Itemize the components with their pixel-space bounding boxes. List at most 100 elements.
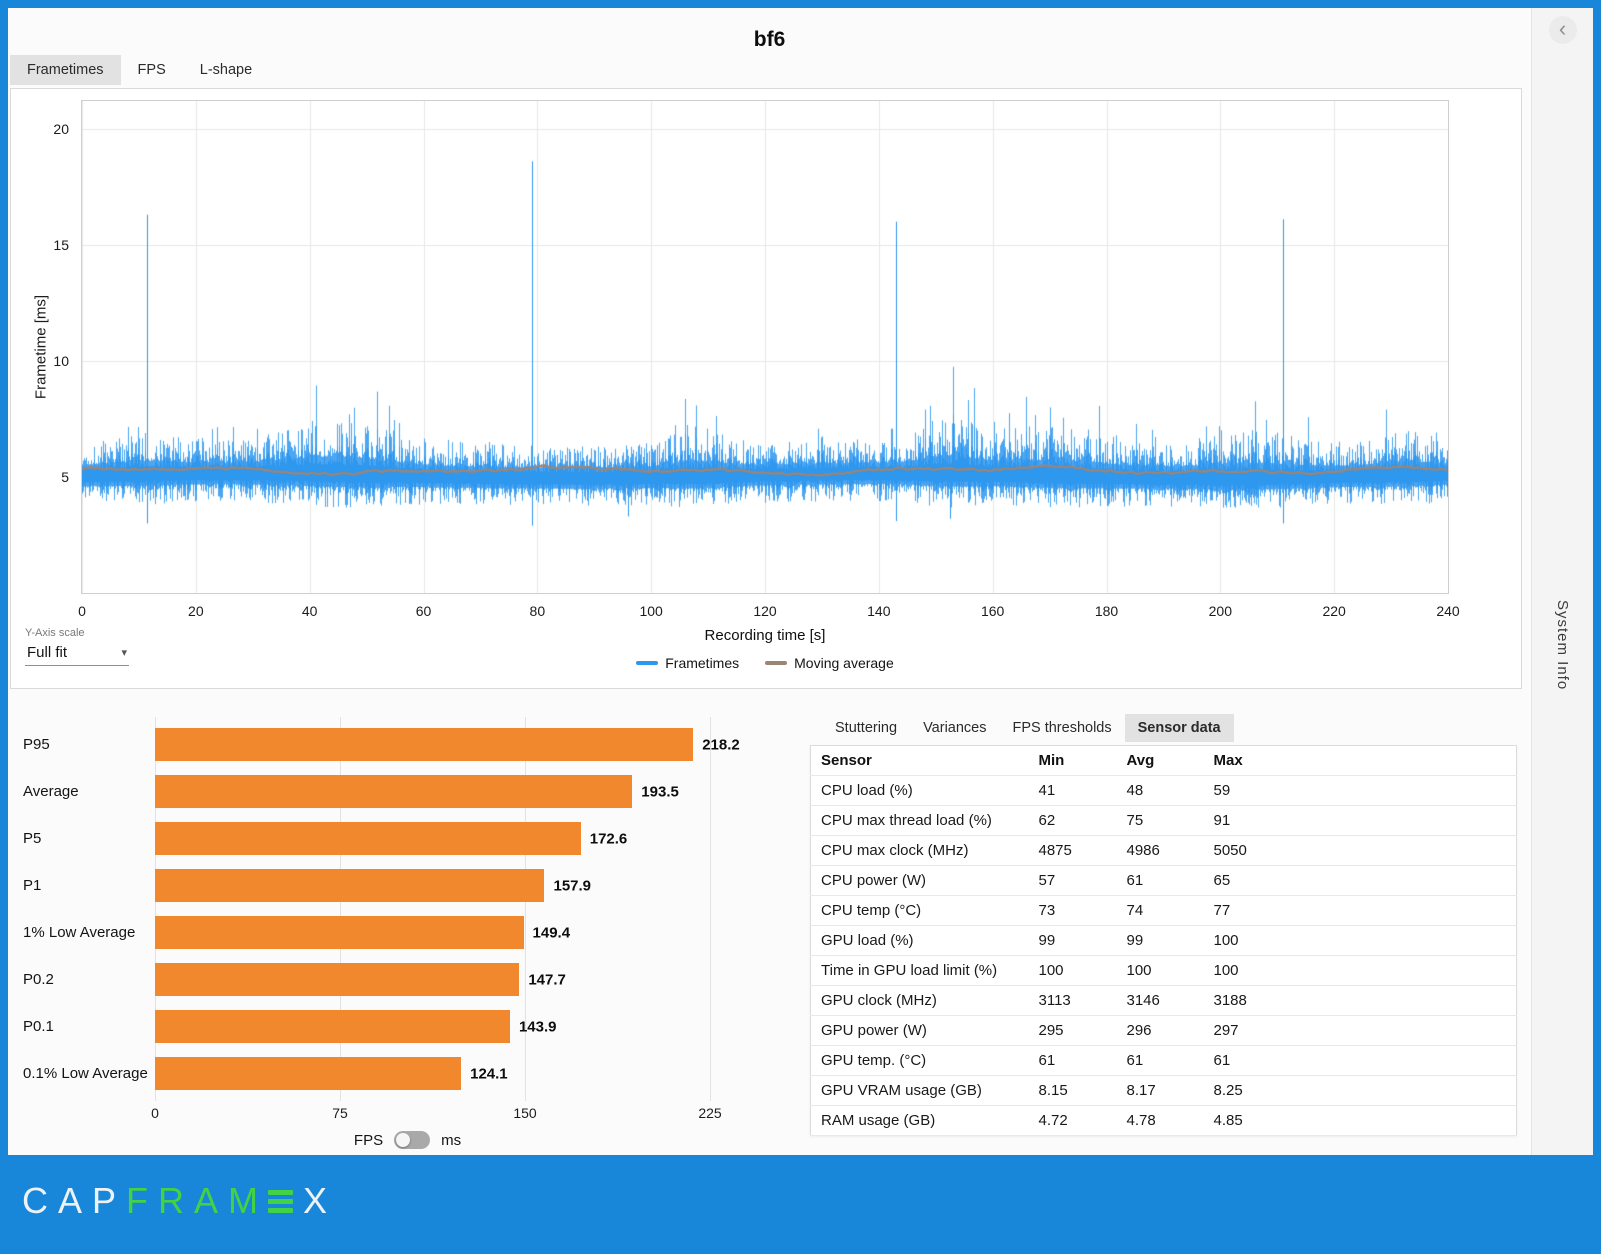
col-header-sensor: Sensor bbox=[811, 746, 1029, 776]
percentile-bar-row: P5172.6 bbox=[10, 815, 798, 862]
sensor-row: GPU clock (MHz)311331463188 bbox=[811, 986, 1517, 1016]
sensor-row: RAM usage (GB)4.724.784.85 bbox=[811, 1106, 1517, 1136]
fps-unit-label: FPS bbox=[354, 1132, 383, 1149]
sensor-cell: 295 bbox=[1029, 1016, 1117, 1046]
sensor-cell: 8.17 bbox=[1117, 1076, 1204, 1106]
unit-toggle[interactable] bbox=[394, 1131, 430, 1149]
sensor-cell: GPU temp. (°C) bbox=[811, 1046, 1029, 1076]
x-tick-label: 140 bbox=[867, 603, 890, 619]
sensor-cell: 100 bbox=[1204, 956, 1517, 986]
x-tick-label: 240 bbox=[1436, 603, 1459, 619]
sensor-cell: 4.78 bbox=[1117, 1106, 1204, 1136]
chevron-down-icon: ▾ bbox=[121, 646, 127, 659]
percentile-value: 157.9 bbox=[553, 877, 591, 894]
sensor-cell: CPU max thread load (%) bbox=[811, 806, 1029, 836]
percentile-value: 193.5 bbox=[641, 783, 679, 800]
tab-l-shape[interactable]: L-shape bbox=[183, 55, 269, 85]
sensor-cell: 48 bbox=[1117, 776, 1204, 806]
sensor-table-header: Sensor Min Avg Max bbox=[811, 746, 1517, 776]
sensor-cell: 73 bbox=[1029, 896, 1117, 926]
percentile-bar bbox=[155, 963, 519, 996]
stylized-e-icon bbox=[268, 1190, 293, 1213]
sensor-cell: 100 bbox=[1117, 956, 1204, 986]
bar-area: 143.9 bbox=[155, 1003, 798, 1050]
sensor-row: CPU load (%)414859 bbox=[811, 776, 1517, 806]
fps-axis-tick: 150 bbox=[513, 1105, 536, 1121]
sensor-cell: 77 bbox=[1204, 896, 1517, 926]
bar-area: 193.5 bbox=[155, 768, 798, 815]
x-tick-label: 200 bbox=[1209, 603, 1232, 619]
tab-fps[interactable]: FPS bbox=[121, 55, 183, 85]
sensor-cell: 8.15 bbox=[1029, 1076, 1117, 1106]
tab-fps-thresholds[interactable]: FPS thresholds bbox=[999, 714, 1124, 742]
percentile-bar bbox=[155, 728, 693, 761]
sensor-cell: 59 bbox=[1204, 776, 1517, 806]
frametime-canvas[interactable] bbox=[82, 101, 1448, 593]
collapse-panel-button[interactable]: ‹ bbox=[1549, 16, 1577, 44]
sensor-table: Sensor Min Avg Max CPU load (%)414859CPU… bbox=[810, 745, 1517, 1136]
logo-cap: CAP bbox=[22, 1183, 126, 1219]
sensor-cell: 3146 bbox=[1117, 986, 1204, 1016]
x-tick-label: 0 bbox=[78, 603, 86, 619]
ms-unit-label: ms bbox=[441, 1132, 461, 1149]
x-tick-label: 100 bbox=[639, 603, 662, 619]
sensor-cell: 61 bbox=[1029, 1046, 1117, 1076]
page-title: bf6 bbox=[8, 28, 1531, 52]
percentile-label: P5 bbox=[10, 830, 155, 847]
sensor-cell: 4.72 bbox=[1029, 1106, 1117, 1136]
sensor-cell: 100 bbox=[1204, 926, 1517, 956]
percentile-bar-row: P1 157.9 bbox=[10, 862, 798, 909]
bar-area: 149.4 bbox=[155, 909, 798, 956]
frametime-plot bbox=[81, 100, 1449, 594]
tab-sensor-data[interactable]: Sensor data bbox=[1125, 714, 1234, 742]
tab-stuttering[interactable]: Stuttering bbox=[822, 714, 910, 742]
percentile-label: P1 bbox=[10, 877, 155, 894]
sensor-cell: 5050 bbox=[1204, 836, 1517, 866]
system-info-tab[interactable]: System Info bbox=[1554, 600, 1571, 690]
tab-frametimes[interactable]: Frametimes bbox=[10, 55, 121, 85]
sensor-cell: 297 bbox=[1204, 1016, 1517, 1046]
percentile-bar-row: 0.1% Low Average124.1 bbox=[10, 1050, 798, 1097]
sensor-cell: 57 bbox=[1029, 866, 1117, 896]
fps-axis-tick: 225 bbox=[698, 1105, 721, 1121]
bar-area: 147.7 bbox=[155, 956, 798, 1003]
x-tick-label: 180 bbox=[1095, 603, 1118, 619]
x-tick-label: 40 bbox=[302, 603, 318, 619]
sensor-cell: 8.25 bbox=[1204, 1076, 1517, 1106]
sensor-cell: 74 bbox=[1117, 896, 1204, 926]
percentile-bar-row: Average 193.5 bbox=[10, 768, 798, 815]
capframex-logo: CAPFRAMX bbox=[22, 1183, 337, 1219]
percentile-value: 218.2 bbox=[702, 736, 740, 753]
y-axis-scale-control: Y-Axis scale Full fit ▾ bbox=[25, 627, 129, 666]
bar-area: 157.9 bbox=[155, 862, 798, 909]
sensor-cell: RAM usage (GB) bbox=[811, 1106, 1029, 1136]
percentile-bar-row: 1% Low Average149.4 bbox=[10, 909, 798, 956]
sensor-row: GPU temp. (°C)616161 bbox=[811, 1046, 1517, 1076]
x-tick-label: 60 bbox=[416, 603, 432, 619]
sensor-cell: GPU load (%) bbox=[811, 926, 1029, 956]
percentile-label: Average bbox=[10, 783, 155, 800]
fps-axis-tick: 0 bbox=[151, 1105, 159, 1121]
percentile-label: 1% Low Average bbox=[10, 924, 155, 941]
percentile-bar bbox=[155, 822, 581, 855]
percentile-bar-row: P95218.2 bbox=[10, 721, 798, 768]
unit-toggle-row: FPS ms bbox=[130, 1131, 685, 1149]
y-axis-scale-dropdown[interactable]: Full fit ▾ bbox=[25, 642, 129, 666]
legend-moving-average-label: Moving average bbox=[794, 655, 894, 671]
sensor-cell: 3113 bbox=[1029, 986, 1117, 1016]
fps-percentile-chart: P95218.2Average193.5P5172.6P1157.91% Low… bbox=[10, 721, 798, 1149]
sensor-cell: 296 bbox=[1117, 1016, 1204, 1046]
x-tick-label: 120 bbox=[753, 603, 776, 619]
fps-plot: P95218.2Average193.5P5172.6P1157.91% Low… bbox=[10, 721, 798, 1097]
sensor-row: CPU max thread load (%)627591 bbox=[811, 806, 1517, 836]
bar-area: 172.6 bbox=[155, 815, 798, 862]
y-tick-label: 15 bbox=[53, 237, 69, 253]
sensor-cell: 100 bbox=[1029, 956, 1117, 986]
tab-variances[interactable]: Variances bbox=[910, 714, 999, 742]
sensor-row: GPU VRAM usage (GB)8.158.178.25 bbox=[811, 1076, 1517, 1106]
x-tick-label: 20 bbox=[188, 603, 204, 619]
sensor-table-body: CPU load (%)414859CPU max thread load (%… bbox=[811, 776, 1517, 1136]
legend-moving-average: Moving average bbox=[765, 655, 894, 671]
col-header-max: Max bbox=[1204, 746, 1517, 776]
percentile-bar bbox=[155, 1010, 510, 1043]
